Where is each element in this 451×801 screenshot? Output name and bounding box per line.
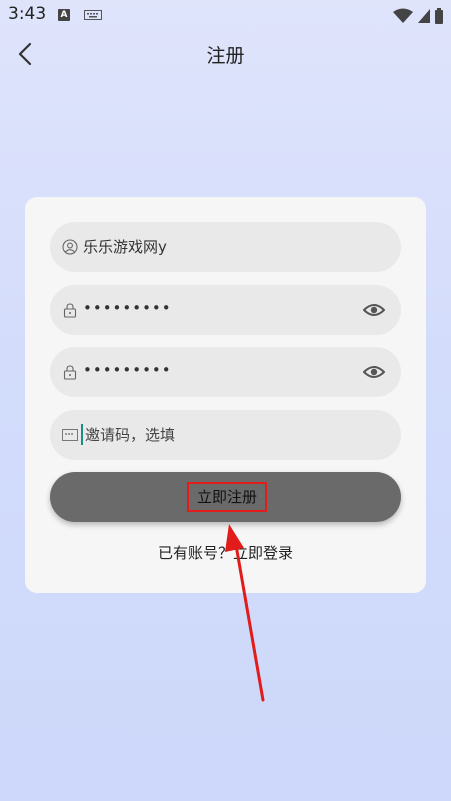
username-value: 乐乐游戏网y [83,238,167,256]
notification-app-icon: A [58,9,70,21]
lock-icon [63,365,77,380]
password-value: ••••••••• [83,299,172,317]
invite-code-field[interactable]: 邀请码，选填 [50,410,401,460]
login-link[interactable]: 已有账号？立即登录 [25,542,426,563]
confirm-password-value: ••••••••• [83,361,172,379]
wifi-icon [393,8,413,23]
eye-icon[interactable] [363,300,385,320]
lock-icon [63,303,77,318]
user-icon [62,239,78,255]
confirm-password-field[interactable]: ••••••••• [50,347,401,397]
register-button[interactable]: 立即注册 [50,472,401,522]
keyboard-icon [84,10,102,20]
page-title: 注册 [206,45,245,67]
status-time: 3:43 [8,4,47,24]
top-app-bar: 注册 [0,32,451,76]
status-icons [393,6,443,26]
status-bar: 3:43 A [0,0,451,32]
password-field[interactable]: ••••••••• [50,285,401,335]
eye-icon[interactable] [363,362,385,382]
invite-code-icon [62,429,78,441]
register-button-label: 立即注册 [187,482,267,512]
register-card: 乐乐游戏网y ••••••••• ••••••••• 邀请码，选填 立即注册 已… [25,197,426,593]
text-cursor [81,424,83,445]
invite-code-placeholder: 邀请码，选填 [85,426,176,444]
battery-icon [435,8,443,24]
signal-icon [418,9,430,23]
username-field[interactable]: 乐乐游戏网y [50,222,401,272]
